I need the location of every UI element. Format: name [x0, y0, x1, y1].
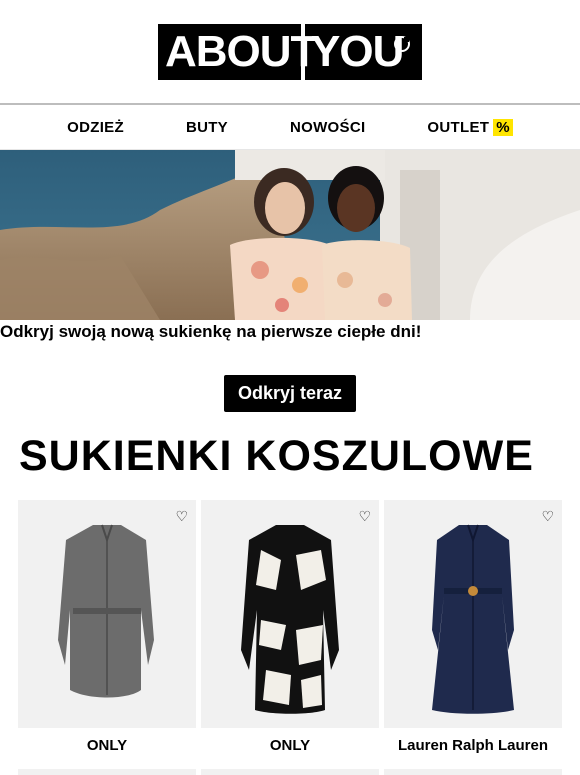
product-card-partial[interactable]: [201, 769, 379, 775]
about-you-logo[interactable]: ABOUT YOU: [158, 24, 422, 80]
product-grid: ♡ ONLY ♡ ONLY ♡ Lauren Ralph Lauren: [18, 500, 563, 754]
navy-denim-dress-image: [432, 524, 514, 714]
heart-icon[interactable]: ♡: [175, 508, 188, 525]
discover-now-button[interactable]: Odkryj teraz: [223, 375, 357, 412]
product-card[interactable]: ♡ Lauren Ralph Lauren: [384, 500, 562, 754]
gray-shirt-dress-image: [58, 524, 154, 698]
product-image[interactable]: ♡: [384, 500, 562, 728]
logo-text-about: ABOUT: [165, 27, 317, 76]
nav-item-nowosci[interactable]: NOWOŚCI: [290, 119, 365, 136]
product-card[interactable]: ♡ ONLY: [201, 500, 379, 754]
logo-text-you: YOU: [311, 27, 404, 76]
hero-tagline: Odkryj swoją nową sukienkę na pierwsze c…: [0, 322, 422, 341]
product-card[interactable]: ♡ ONLY: [18, 500, 196, 754]
nav-item-outlet[interactable]: OUTLET%: [427, 118, 513, 136]
hero-image: [0, 150, 580, 320]
product-card-partial[interactable]: [384, 769, 562, 775]
product-image[interactable]: ♡: [201, 500, 379, 728]
main-nav: ODZIEŻ BUTY NOWOŚCI OUTLET%: [0, 105, 580, 150]
product-card-partial[interactable]: [18, 769, 196, 775]
product-brand[interactable]: ONLY: [18, 737, 196, 754]
header: ABOUT YOU: [0, 0, 580, 105]
patterned-dress-image: [241, 525, 339, 714]
logo-circle-icon: [394, 36, 410, 52]
product-image[interactable]: ♡: [18, 500, 196, 728]
nav-item-odziez[interactable]: ODZIEŻ: [67, 119, 124, 136]
next-product-row: [18, 769, 563, 775]
section-title: SUKIENKI KOSZULOWE: [19, 432, 534, 480]
heart-icon[interactable]: ♡: [358, 508, 371, 525]
product-brand[interactable]: Lauren Ralph Lauren: [384, 737, 562, 754]
product-brand[interactable]: ONLY: [201, 737, 379, 754]
nav-item-outlet-label: OUTLET: [427, 118, 490, 136]
outlet-percent-badge: %: [493, 118, 513, 136]
hero-banner[interactable]: [0, 150, 580, 320]
logo-divider: [301, 24, 305, 80]
heart-icon[interactable]: ♡: [541, 508, 554, 525]
nav-item-buty[interactable]: BUTY: [186, 119, 228, 136]
